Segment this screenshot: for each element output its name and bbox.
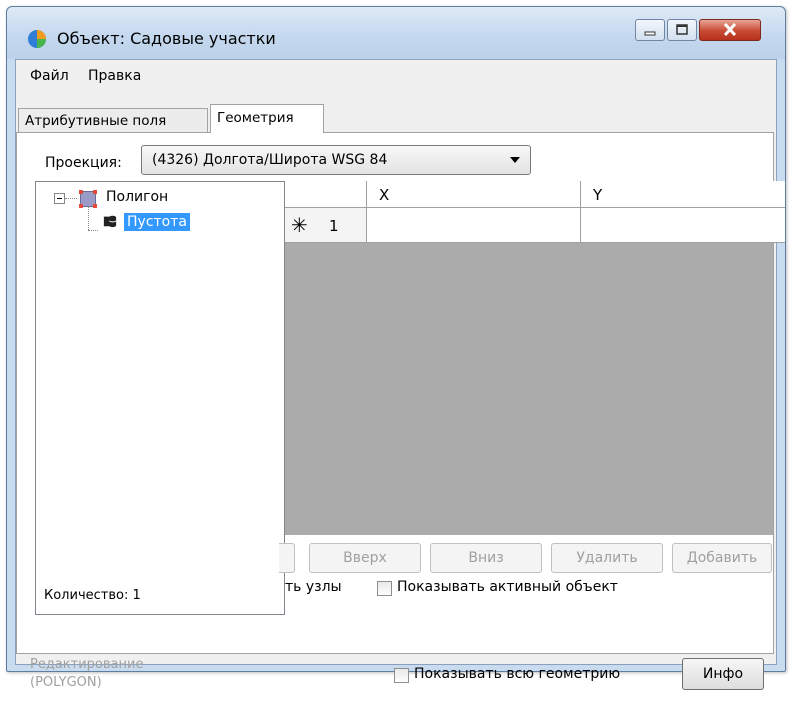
bottom-bar: Редактирование (POLYGON) Показывать всю … <box>16 652 776 722</box>
hidden-button-edge[interactable] <box>279 543 295 573</box>
database-icon <box>103 215 117 228</box>
minimize-icon <box>644 31 656 36</box>
info-button[interactable]: Инфо <box>682 658 764 690</box>
column-header-x[interactable]: X <box>367 181 581 207</box>
projection-label: Проекция: <box>45 155 122 171</box>
tab-geometry[interactable]: Геометрия <box>210 104 324 133</box>
show-all-geometry-checkbox[interactable] <box>394 668 409 683</box>
grid-header: X Y <box>285 181 785 208</box>
edit-status-line1: Редактирование <box>30 657 144 672</box>
coordinates-grid[interactable]: X Y ✳ 1 <box>285 181 785 535</box>
app-window: Объект: Садовые участки Файл Правка Атри… <box>6 6 786 690</box>
title-bar[interactable]: Объект: Садовые участки <box>7 7 785 59</box>
geometry-panel: Проекция: (4326) Долгота/Широта WSG 84 П… <box>16 132 785 654</box>
maximize-button[interactable] <box>667 19 697 41</box>
tree-connector <box>88 230 98 231</box>
polygon-icon <box>79 190 97 208</box>
app-icon <box>28 30 46 48</box>
menu-file[interactable]: Файл <box>30 68 69 84</box>
geometry-tree[interactable]: Полигон Пустота Количество: 1 <box>35 181 285 615</box>
table-row[interactable]: ✳ 1 <box>285 208 785 243</box>
client-area: Файл Правка Атрибутивные поля Геометрия … <box>15 59 785 690</box>
tree-connector <box>65 198 77 199</box>
menu-bar: Файл Правка <box>16 60 776 90</box>
projection-value: (4326) Долгота/Широта WSG 84 <box>152 152 388 168</box>
tree-item-void[interactable]: Пустота <box>124 213 190 231</box>
down-button[interactable]: Вниз <box>430 543 542 573</box>
grid-corner-header <box>285 181 367 207</box>
show-active-checkbox[interactable] <box>377 581 392 596</box>
maximize-icon <box>676 24 688 35</box>
menu-edit[interactable]: Правка <box>88 68 141 84</box>
close-button[interactable] <box>699 19 761 41</box>
delete-button[interactable]: Удалить <box>551 543 663 573</box>
chevron-down-icon <box>510 157 520 163</box>
tree-connector <box>88 206 89 230</box>
column-header-y[interactable]: Y <box>581 181 791 207</box>
cell-x[interactable] <box>367 208 581 242</box>
tab-strip: Атрибутивные поля Геометрия <box>16 104 776 133</box>
count-label: Количество: 1 <box>44 588 141 603</box>
row-header[interactable]: ✳ 1 <box>285 208 367 242</box>
show-nodes-label[interactable]: ть узлы <box>285 579 342 595</box>
row-number: 1 <box>329 217 339 235</box>
close-icon <box>723 22 737 37</box>
minimize-button[interactable] <box>635 19 665 41</box>
add-button[interactable]: Добавить <box>672 543 772 573</box>
window-title: Объект: Садовые участки <box>57 29 276 48</box>
cell-y[interactable] <box>581 208 791 242</box>
up-button[interactable]: Вверх <box>309 543 421 573</box>
edit-status-line2: (POLYGON) <box>30 675 102 690</box>
new-row-icon: ✳ <box>291 213 308 237</box>
projection-select[interactable]: (4326) Долгота/Широта WSG 84 <box>141 145 531 175</box>
show-active-label[interactable]: Показывать активный объект <box>397 579 618 595</box>
collapse-icon[interactable] <box>54 193 65 204</box>
tab-attributes[interactable]: Атрибутивные поля <box>18 108 208 132</box>
tree-item-polygon[interactable]: Полигон <box>106 189 168 205</box>
